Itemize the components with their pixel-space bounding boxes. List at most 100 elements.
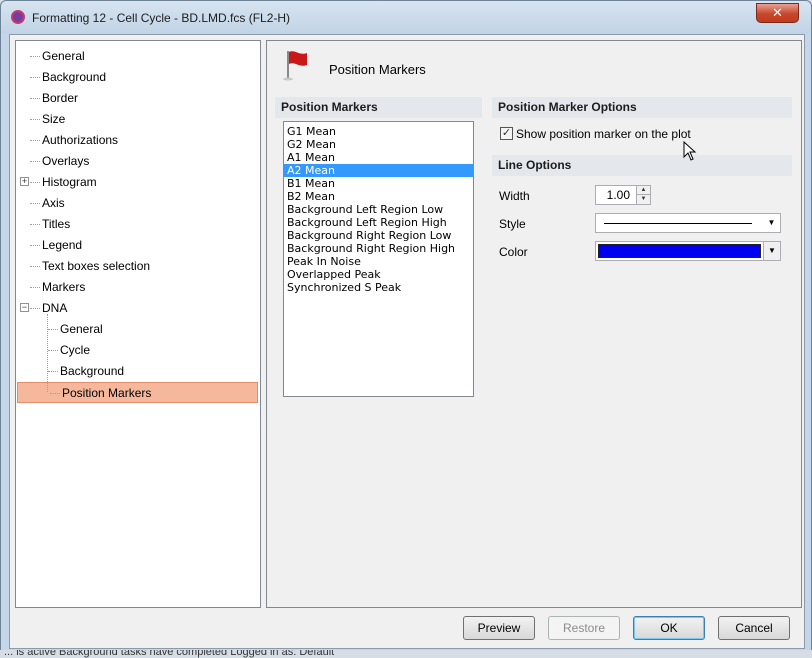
width-label: Width bbox=[499, 189, 530, 203]
tree-item-position-markers[interactable]: Position Markers bbox=[17, 382, 258, 403]
tree-item-histogram[interactable]: Histogram + bbox=[16, 172, 260, 193]
tree-item-legend[interactable]: Legend bbox=[16, 235, 260, 256]
tree-item-label: Authorizations bbox=[42, 133, 119, 147]
color-label: Color bbox=[499, 245, 528, 259]
tree-item-label: General bbox=[42, 49, 85, 63]
width-spinner[interactable]: 1.00 ▲ ▼ bbox=[595, 185, 651, 205]
show-marker-label[interactable]: Show position marker on the plot bbox=[516, 127, 691, 141]
tree-item-label: Axis bbox=[42, 196, 65, 210]
close-button[interactable]: ✕ bbox=[756, 3, 799, 23]
list-item[interactable]: Synchronized S Peak bbox=[284, 281, 473, 294]
line-options-header: Line Options bbox=[492, 155, 792, 176]
tree-item-dna[interactable]: DNA − bbox=[16, 298, 260, 319]
ok-button[interactable]: OK bbox=[633, 616, 705, 640]
content-panel: Position Markers Position Markers G1 Mea… bbox=[266, 40, 802, 608]
tree-connector bbox=[30, 140, 40, 141]
show-marker-checkbox[interactable]: ✓ bbox=[500, 127, 513, 140]
tree-connector bbox=[30, 77, 40, 78]
collapse-icon[interactable]: − bbox=[20, 303, 29, 312]
tree-item-axis[interactable]: Axis bbox=[16, 193, 260, 214]
formatting-dialog: Formatting 12 - Cell Cycle - BD.LMD.fcs … bbox=[0, 0, 812, 652]
tree-item-cycle[interactable]: Cycle bbox=[16, 340, 260, 361]
restore-button[interactable]: Restore bbox=[548, 616, 620, 640]
tree-item-label: Position Markers bbox=[62, 386, 152, 400]
style-dropdown[interactable]: ▼ bbox=[595, 213, 781, 233]
tree-connector bbox=[30, 203, 40, 204]
list-item[interactable]: Background Right Region Low bbox=[284, 229, 473, 242]
tree-item-label: Histogram bbox=[42, 175, 97, 189]
width-spin-buttons: ▲ ▼ bbox=[636, 186, 650, 204]
list-item[interactable]: Peak In Noise bbox=[284, 255, 473, 268]
tree-item-overlays[interactable]: Overlays bbox=[16, 151, 260, 172]
tree-connector bbox=[30, 119, 40, 120]
list-item[interactable]: B1 Mean bbox=[284, 177, 473, 190]
tree-connector bbox=[30, 308, 40, 309]
tree-vertical-connector bbox=[47, 314, 48, 392]
tree-item-size[interactable]: Size bbox=[16, 109, 260, 130]
tree-connector bbox=[30, 245, 40, 246]
chevron-down-icon[interactable]: ▼ bbox=[763, 214, 780, 232]
tree-item-label: Background bbox=[60, 364, 125, 378]
tree-item-label: Size bbox=[42, 112, 66, 126]
list-item[interactable]: B2 Mean bbox=[284, 190, 473, 203]
cancel-button[interactable]: Cancel bbox=[718, 616, 790, 640]
tree-connector bbox=[48, 350, 58, 351]
mouse-cursor-icon bbox=[683, 141, 697, 161]
status-text: ... is active Background tasks have comp… bbox=[4, 650, 335, 658]
preview-button[interactable]: Preview bbox=[463, 616, 535, 640]
list-item[interactable]: Background Left Region High bbox=[284, 216, 473, 229]
title-bar[interactable]: Formatting 12 - Cell Cycle - BD.LMD.fcs … bbox=[1, 1, 811, 34]
tree-connector bbox=[30, 182, 40, 183]
tree-item-label: General bbox=[60, 322, 103, 336]
position-markers-items: G1 Mean G2 Mean A1 Mean A2 Mean B1 Mean B2 Me… bbox=[284, 122, 473, 294]
tree-connector bbox=[30, 287, 40, 288]
tree-item-label: Legend bbox=[42, 238, 83, 252]
style-label: Style bbox=[499, 217, 526, 231]
spin-down-icon[interactable]: ▼ bbox=[637, 195, 650, 204]
color-dropdown[interactable]: ▼ bbox=[595, 241, 781, 261]
tree-item-general[interactable]: General bbox=[16, 319, 260, 340]
tree-item-label: Text boxes selection bbox=[42, 259, 151, 273]
list-item[interactable]: A1 Mean bbox=[284, 151, 473, 164]
tree-item-general[interactable]: General bbox=[16, 46, 260, 67]
tree-item-background[interactable]: Background bbox=[16, 361, 260, 382]
list-item[interactable]: G2 Mean bbox=[284, 138, 473, 151]
tree-item-label: Background bbox=[42, 70, 107, 84]
spin-up-icon[interactable]: ▲ bbox=[637, 186, 650, 195]
tree-connector bbox=[30, 98, 40, 99]
width-value[interactable]: 1.00 bbox=[607, 188, 630, 202]
window-title: Formatting 12 - Cell Cycle - BD.LMD.fcs … bbox=[32, 11, 291, 25]
flag-icon bbox=[283, 51, 307, 81]
tree-connector bbox=[30, 161, 40, 162]
list-item[interactable]: A2 Mean bbox=[284, 164, 473, 177]
chevron-down-icon[interactable]: ▼ bbox=[763, 242, 780, 260]
tree-item-label: Overlays bbox=[42, 154, 90, 168]
tree-connector bbox=[48, 371, 58, 372]
color-swatch bbox=[598, 244, 761, 258]
list-item[interactable]: Overlapped Peak bbox=[284, 268, 473, 281]
expand-icon[interactable]: + bbox=[20, 177, 29, 186]
navigation-tree: General Background Border Size Authorization… bbox=[15, 40, 261, 608]
tree-item-border[interactable]: Border bbox=[16, 88, 260, 109]
tree-item-background[interactable]: Background bbox=[16, 67, 260, 88]
tree-item-label: Cycle bbox=[60, 343, 91, 357]
position-marker-options-header: Position Marker Options bbox=[492, 97, 792, 118]
tree-item-markers[interactable]: Markers bbox=[16, 277, 260, 298]
tree-connector bbox=[50, 393, 60, 394]
position-markers-listbox[interactable]: G1 Mean G2 Mean A1 Mean A2 Mean B1 Mean B2 Me… bbox=[283, 121, 474, 397]
tree-item-label: Border bbox=[42, 91, 79, 105]
page-title: Position Markers bbox=[329, 62, 426, 77]
dialog-client: General Background Border Size Authorization… bbox=[9, 34, 805, 649]
tree-connector bbox=[48, 329, 58, 330]
tree-item-label: Titles bbox=[42, 217, 71, 231]
list-item[interactable]: G1 Mean bbox=[284, 125, 473, 138]
tree-connector bbox=[30, 56, 40, 57]
tree-item-text-boxes-selection[interactable]: Text boxes selection bbox=[16, 256, 260, 277]
tree-item-label: DNA bbox=[42, 301, 68, 315]
tree-item-titles[interactable]: Titles bbox=[16, 214, 260, 235]
app-icon bbox=[11, 10, 25, 24]
tree-item-authorizations[interactable]: Authorizations bbox=[16, 130, 260, 151]
tree-item-label: Markers bbox=[42, 280, 86, 294]
list-item[interactable]: Background Left Region Low bbox=[284, 203, 473, 216]
list-item[interactable]: Background Right Region High bbox=[284, 242, 473, 255]
